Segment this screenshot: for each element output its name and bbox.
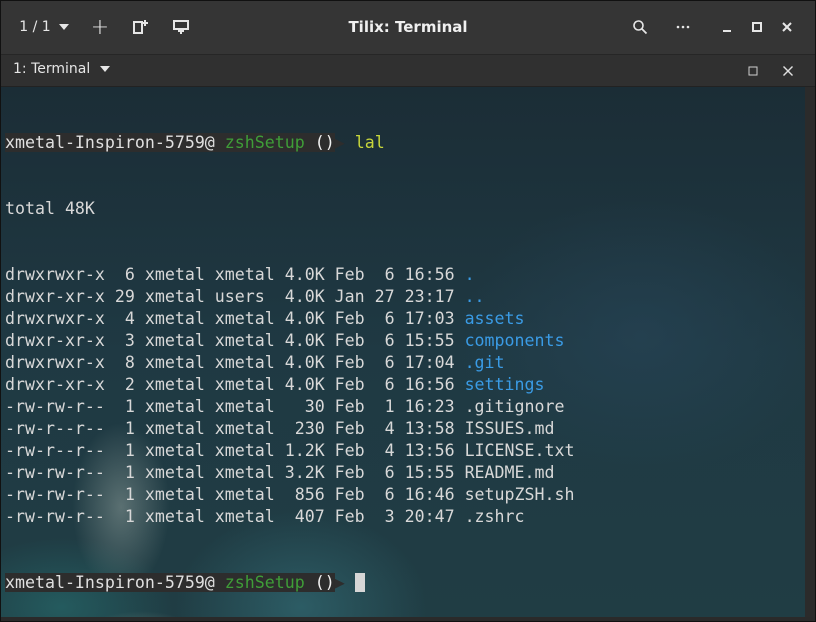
minimize-button[interactable] bbox=[717, 13, 737, 41]
close-window-button[interactable] bbox=[777, 13, 797, 41]
terminal-scrollbar[interactable] bbox=[805, 87, 815, 617]
split-add-right-icon bbox=[133, 20, 148, 34]
ls-file-name: .zshrc bbox=[464, 507, 525, 526]
ls-row: -rw-rw-r-- 1 xmetal xmetal 407 Feb 3 20:… bbox=[5, 506, 574, 528]
ls-meta: -rw-rw-r-- 1 xmetal xmetal 3.2K Feb 6 15… bbox=[5, 463, 465, 482]
ls-dir-name: components bbox=[464, 331, 565, 350]
ls-row: drwxrwxr-x 4 xmetal xmetal 4.0K Feb 6 17… bbox=[5, 308, 574, 330]
text-cursor bbox=[354, 573, 365, 592]
terminal-title: 1: Terminal bbox=[13, 61, 91, 77]
terminal-view[interactable]: xmetal-Inspiron-5759@ zshSetup ()▶ lal t… bbox=[1, 87, 805, 617]
title-bar: 1 / 1 + Tilix: Terminal bbox=[1, 1, 815, 55]
prompt-dir: zshSetup bbox=[214, 573, 315, 592]
ls-row: drwxr-xr-x 3 xmetal xmetal 4.0K Feb 6 15… bbox=[5, 330, 574, 352]
ls-dir-name: .. bbox=[464, 287, 485, 306]
search-button[interactable] bbox=[627, 13, 653, 41]
ls-row: -rw-rw-r-- 1 xmetal xmetal 3.2K Feb 6 15… bbox=[5, 462, 574, 484]
ls-file-name: ISSUES.md bbox=[464, 419, 555, 438]
prompt-arrow-icon: ▶ bbox=[334, 573, 345, 592]
session-switcher-button[interactable]: 1 / 1 bbox=[13, 13, 75, 41]
maximize-icon bbox=[752, 22, 762, 32]
ls-meta: drwxr-xr-x 2 xmetal xmetal 4.0K Feb 6 16… bbox=[5, 375, 465, 394]
ls-row: drwxrwxr-x 6 xmetal xmetal 4.0K Feb 6 16… bbox=[5, 264, 574, 286]
ls-row: -rw-r--r-- 1 xmetal xmetal 230 Feb 4 13:… bbox=[5, 418, 574, 440]
terminal-header: 1: Terminal bbox=[1, 55, 815, 87]
ls-meta: drwxr-xr-x 29 xmetal users 4.0K Jan 27 2… bbox=[5, 287, 465, 306]
terminal-output: xmetal-Inspiron-5759@ zshSetup ()▶ lal t… bbox=[5, 88, 574, 617]
ls-meta: -rw-rw-r-- 1 xmetal xmetal 407 Feb 3 20:… bbox=[5, 507, 465, 526]
ls-row: drwxr-xr-x 2 xmetal xmetal 4.0K Feb 6 16… bbox=[5, 374, 574, 396]
close-icon bbox=[782, 22, 792, 32]
split-horizontal-button[interactable] bbox=[128, 13, 152, 41]
ls-file-name: README.md bbox=[464, 463, 555, 482]
ls-meta: drwxrwxr-x 4 xmetal xmetal 4.0K Feb 6 17… bbox=[5, 309, 465, 328]
menu-button[interactable] bbox=[670, 13, 696, 41]
more-horizontal-icon bbox=[676, 25, 690, 29]
ls-row: -rw-r--r-- 1 xmetal xmetal 1.2K Feb 4 13… bbox=[5, 440, 574, 462]
ls-meta: drwxr-xr-x 3 xmetal xmetal 4.0K Feb 6 15… bbox=[5, 331, 465, 350]
ls-dir-name: settings bbox=[464, 375, 545, 394]
chevron-down-icon bbox=[100, 66, 111, 72]
split-add-down-icon bbox=[173, 20, 189, 34]
ls-dir-name: . bbox=[464, 265, 475, 284]
prompt-git: () bbox=[314, 573, 335, 592]
terminal-title-dropdown[interactable]: 1: Terminal bbox=[13, 61, 111, 77]
ls-row: drwxrwxr-x 8 xmetal xmetal 4.0K Feb 6 17… bbox=[5, 352, 574, 374]
terminal-close-button[interactable] bbox=[780, 63, 796, 79]
terminal-maximize-button[interactable] bbox=[745, 63, 761, 79]
ls-meta: drwxrwxr-x 6 xmetal xmetal 4.0K Feb 6 16… bbox=[5, 265, 465, 284]
ls-row: drwxr-xr-x 29 xmetal users 4.0K Jan 27 2… bbox=[5, 286, 574, 308]
ls-meta: -rw-rw-r-- 1 xmetal xmetal 30 Feb 1 16:2… bbox=[5, 397, 465, 416]
ls-meta: -rw-r--r-- 1 xmetal xmetal 230 Feb 4 13:… bbox=[5, 419, 465, 438]
session-count: 1 / 1 bbox=[19, 19, 51, 35]
prompt-host: xmetal-Inspiron-5759@ bbox=[5, 133, 215, 152]
ls-meta: -rw-rw-r-- 1 xmetal xmetal 856 Feb 6 16:… bbox=[5, 485, 465, 504]
search-icon bbox=[633, 20, 648, 35]
minimize-icon bbox=[723, 30, 731, 32]
tilix-window: 1 / 1 + Tilix: Terminal 1: Terminal xmet… bbox=[0, 0, 816, 622]
prompt-line: xmetal-Inspiron-5759@ zshSetup ()▶ bbox=[5, 572, 574, 594]
chevron-down-icon bbox=[58, 24, 69, 30]
prompt-line: xmetal-Inspiron-5759@ zshSetup ()▶ lal bbox=[5, 132, 574, 154]
add-session-button[interactable]: + bbox=[87, 13, 113, 41]
maximize-button[interactable] bbox=[747, 13, 767, 41]
command-text: lal bbox=[354, 133, 385, 152]
prompt-git: () bbox=[314, 133, 335, 152]
ls-dir-name: .git bbox=[464, 353, 505, 372]
ls-file-name: setupZSH.sh bbox=[464, 485, 575, 504]
prompt-dir: zshSetup bbox=[214, 133, 315, 152]
ls-row: -rw-rw-r-- 1 xmetal xmetal 30 Feb 1 16:2… bbox=[5, 396, 574, 418]
split-vertical-button[interactable] bbox=[169, 13, 193, 41]
ls-file-name: LICENSE.txt bbox=[464, 441, 575, 460]
maximize-icon bbox=[748, 66, 758, 76]
prompt-host: xmetal-Inspiron-5759@ bbox=[5, 573, 215, 592]
ls-file-name: .gitignore bbox=[464, 397, 565, 416]
total-line: total 48K bbox=[5, 199, 95, 218]
ls-dir-name: assets bbox=[464, 309, 525, 328]
ls-row: -rw-rw-r-- 1 xmetal xmetal 856 Feb 6 16:… bbox=[5, 484, 574, 506]
plus-icon: + bbox=[90, 14, 110, 40]
ls-listing: drwxrwxr-x 6 xmetal xmetal 4.0K Feb 6 16… bbox=[5, 264, 574, 528]
prompt-arrow-icon: ▶ bbox=[334, 133, 345, 152]
ls-meta: drwxrwxr-x 8 xmetal xmetal 4.0K Feb 6 17… bbox=[5, 353, 465, 372]
close-icon bbox=[783, 66, 793, 76]
ls-meta: -rw-r--r-- 1 xmetal xmetal 1.2K Feb 4 13… bbox=[5, 441, 465, 460]
